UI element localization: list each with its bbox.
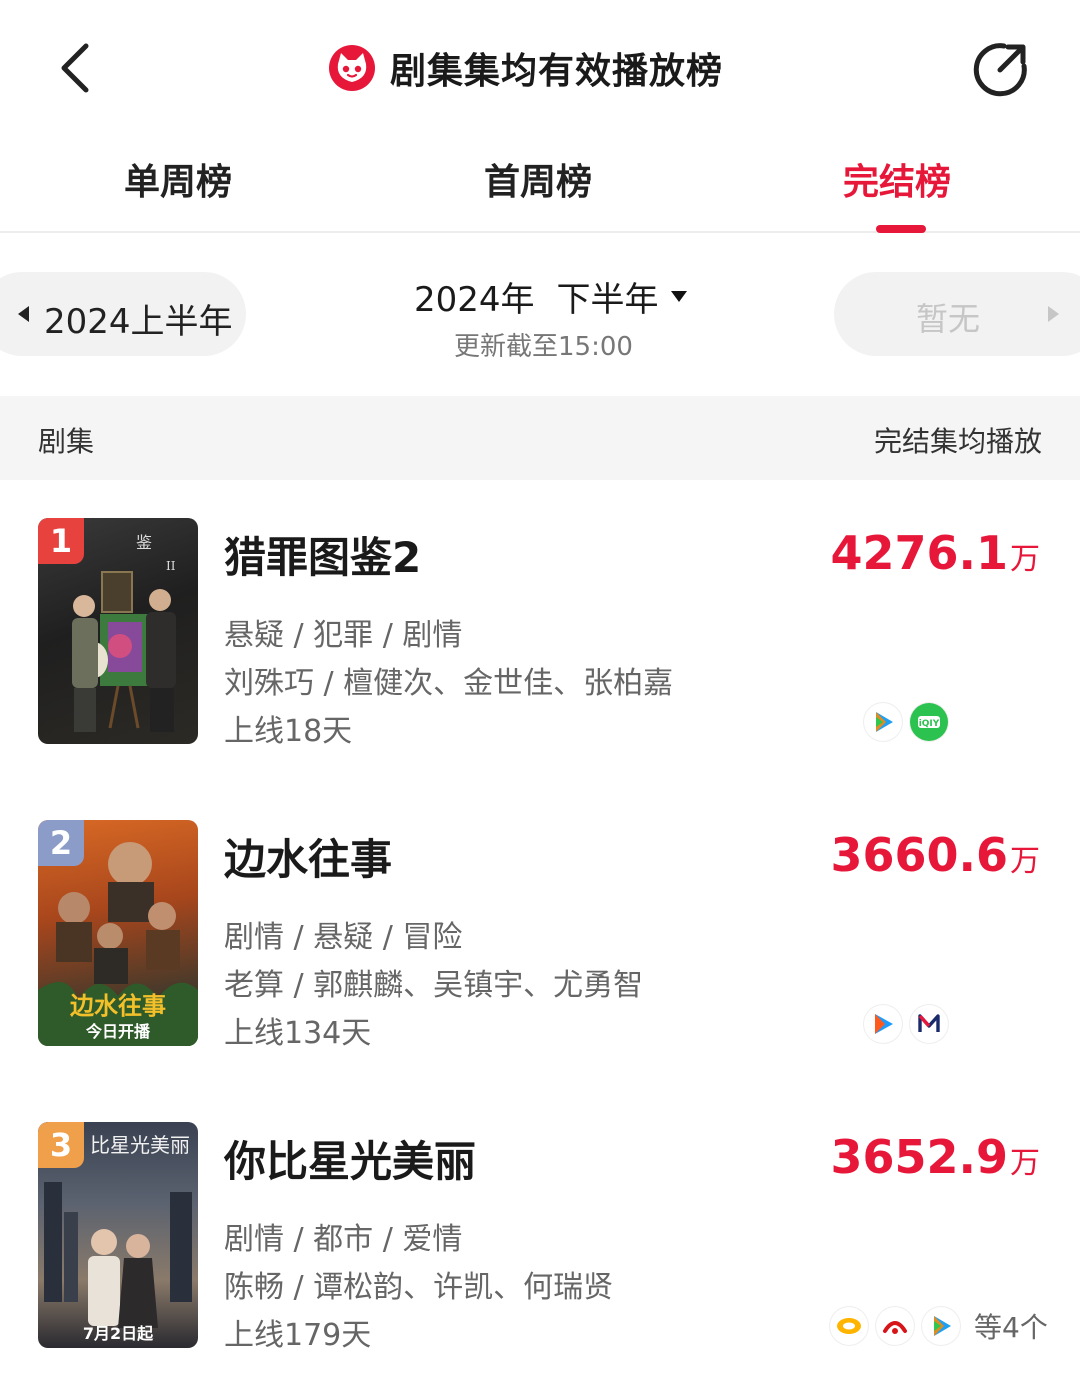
more-platforms-label[interactable]: 等4个 bbox=[974, 1306, 1048, 1346]
svg-text:iQIY: iQIY bbox=[919, 719, 940, 729]
active-tab-indicator bbox=[876, 225, 926, 233]
tab-weekly[interactable]: 单周榜 bbox=[124, 153, 232, 205]
rank-badge: 2 bbox=[38, 820, 84, 866]
current-period: 2024年 下半年 更新截至15:00 bbox=[414, 272, 687, 362]
svg-text:比星光美丽: 比星光美丽 bbox=[90, 1133, 190, 1157]
period-year: 2024年 bbox=[414, 280, 535, 320]
caret-left-icon bbox=[18, 306, 29, 322]
tab-finished[interactable]: 完结榜 bbox=[843, 153, 951, 205]
show-genres: 悬疑 / 犯罪 / 剧情 bbox=[224, 618, 463, 653]
show-title: 猎罪图鉴2 bbox=[224, 533, 422, 582]
maoyan-cat-logo bbox=[329, 45, 375, 91]
mango-tv-icon bbox=[830, 1307, 868, 1345]
show-title: 边水往事 bbox=[224, 835, 393, 884]
show-genres: 剧情 / 悬疑 / 冒险 bbox=[224, 920, 463, 955]
back-button[interactable] bbox=[46, 36, 106, 100]
avg-plays-unit: 万 bbox=[1010, 542, 1040, 577]
top-bar: 剧集集均有效播放榜 bbox=[0, 0, 1080, 135]
avg-plays: 3660.6 万 bbox=[830, 828, 1040, 882]
back-arrow-icon bbox=[61, 43, 89, 93]
column-show: 剧集 bbox=[38, 425, 95, 458]
avg-plays: 3652.9 万 bbox=[830, 1130, 1040, 1184]
avg-plays-unit: 万 bbox=[1010, 1146, 1040, 1181]
avg-plays-value: 3652.9 bbox=[830, 1130, 1008, 1184]
rank-badge: 1 bbox=[38, 518, 84, 564]
tab-first-week[interactable]: 首周榜 bbox=[484, 153, 592, 205]
list-item[interactable]: 鉴 II 1 猎罪图鉴2 悬疑 / 犯罪 / 剧情 刘殊巧 / 檀健次、金世佳、… bbox=[0, 480, 1080, 782]
cctv-icon bbox=[876, 1307, 914, 1345]
svg-text:边水往事: 边水往事 bbox=[70, 992, 166, 1020]
previous-period-button[interactable]: 2024上半年 bbox=[0, 272, 246, 356]
next-period-label: 暂无 bbox=[916, 300, 981, 338]
rank-badge: 3 bbox=[38, 1122, 84, 1168]
poster-caption: 今日开播 bbox=[85, 1022, 150, 1041]
list-header: 剧集 完结集均播放 bbox=[0, 396, 1080, 480]
avg-plays-value: 3660.6 bbox=[830, 828, 1008, 882]
poster-image: 鉴 II 1 bbox=[38, 518, 198, 744]
show-online-days: 上线134天 bbox=[224, 1016, 372, 1051]
previous-period-label: 2024上半年 bbox=[44, 302, 233, 342]
show-cast: 陈畅 / 谭松韵、许凯、何瑞贤 bbox=[224, 1270, 614, 1305]
platform-icons: 等4个 bbox=[830, 1306, 1048, 1346]
avg-plays-value: 4276.1 bbox=[830, 526, 1008, 580]
iqiyi-icon: iQIY bbox=[910, 703, 948, 741]
show-cast: 老算 / 郭麒麟、吴镇宇、尤勇智 bbox=[224, 968, 644, 1003]
column-avg-plays: 完结集均播放 bbox=[873, 425, 1042, 458]
period-half: 下半年 bbox=[556, 280, 659, 320]
list-item[interactable]: 比星光美丽 3 7月2日起 你比星光美丽 剧情 / 都市 / 爱情 陈畅 / 谭… bbox=[0, 1084, 1080, 1386]
platform-icons: iQIY bbox=[864, 702, 956, 742]
avg-plays-unit: 万 bbox=[1010, 844, 1040, 879]
update-time-note: 更新截至15:00 bbox=[454, 332, 633, 362]
share-button[interactable] bbox=[968, 38, 1032, 102]
show-title: 你比星光美丽 bbox=[224, 1137, 477, 1186]
show-online-days: 上线18天 bbox=[224, 714, 353, 749]
migu-icon bbox=[910, 1005, 948, 1043]
svg-text:II: II bbox=[166, 559, 176, 573]
caret-down-icon bbox=[670, 291, 687, 302]
poster-image: 边水往事 2 今日开播 bbox=[38, 820, 198, 1046]
poster-caption: 7月2日起 bbox=[82, 1324, 154, 1343]
page-title: 剧集集均有效播放榜 bbox=[390, 51, 724, 92]
poster-image: 比星光美丽 3 7月2日起 bbox=[38, 1122, 198, 1348]
share-icon bbox=[973, 43, 1027, 97]
avg-plays: 4276.1 万 bbox=[830, 526, 1040, 580]
caret-right-icon bbox=[1048, 306, 1059, 322]
youku-icon bbox=[864, 1005, 902, 1043]
tencent-video-icon bbox=[922, 1307, 960, 1345]
page-title-group: 剧集集均有效播放榜 bbox=[328, 40, 723, 96]
svg-text:鉴: 鉴 bbox=[136, 533, 152, 552]
list-item[interactable]: 边水往事 2 今日开播 边水往事 剧情 / 悬疑 / 冒险 老算 / 郭麒麟、吴… bbox=[0, 782, 1080, 1084]
ranking-tabs: 单周榜 首周榜 完结榜 bbox=[0, 135, 1080, 233]
show-cast: 刘殊巧 / 檀健次、金世佳、张柏嘉 bbox=[224, 666, 674, 701]
show-online-days: 上线179天 bbox=[224, 1318, 372, 1353]
tencent-video-icon bbox=[864, 703, 902, 741]
platform-icons bbox=[864, 1004, 956, 1044]
show-genres: 剧情 / 都市 / 爱情 bbox=[224, 1222, 463, 1257]
next-period-button: 暂无 bbox=[834, 272, 1080, 356]
period-dropdown[interactable]: 2024年 下半年 bbox=[414, 272, 687, 321]
